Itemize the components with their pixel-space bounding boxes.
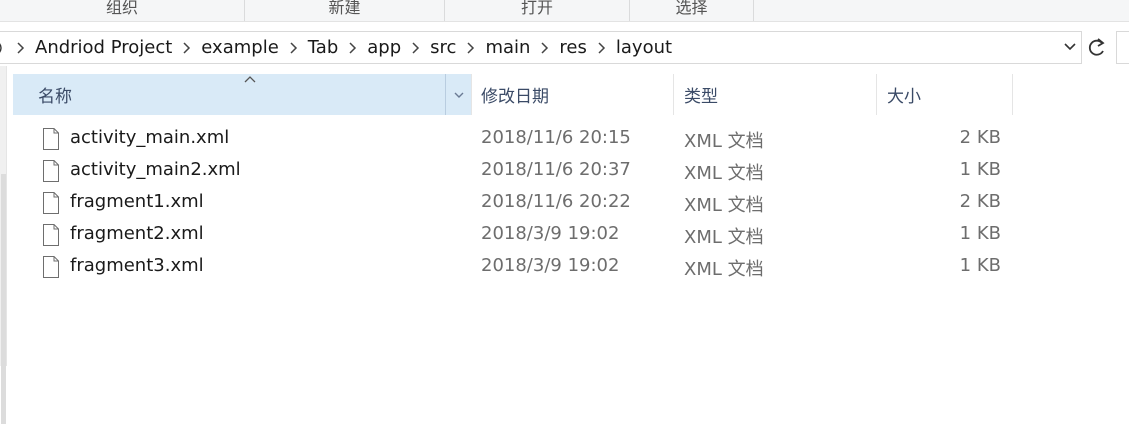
breadcrumb-item[interactable]: example bbox=[201, 37, 278, 58]
file-name[interactable]: fragment1.xml bbox=[70, 191, 204, 212]
address-bar[interactable]: Andriod Project example Tab app src main… bbox=[0, 31, 1082, 64]
file-type: XML 文档 bbox=[684, 195, 764, 216]
ribbon-group-open: 打开 bbox=[445, 0, 630, 21]
file-size: 1 KB bbox=[959, 223, 1001, 244]
column-header-size[interactable]: 大小 bbox=[887, 74, 1013, 115]
column-header-row: 名称 修改日期 类型 大小 bbox=[13, 74, 1013, 115]
chevron-right-icon[interactable] bbox=[348, 41, 357, 54]
column-header-label: 名称 bbox=[38, 87, 72, 107]
file-name[interactable]: fragment2.xml bbox=[70, 223, 204, 244]
file-modified-date: 2018/11/6 20:22 bbox=[481, 191, 631, 212]
scrollbar-thumb[interactable] bbox=[1, 174, 6, 424]
navigation-pane-edge bbox=[0, 66, 7, 424]
chevron-right-icon[interactable] bbox=[540, 41, 549, 54]
chevron-right-icon[interactable] bbox=[16, 41, 25, 54]
ribbon-strip: 组织 新建 打开 选择 bbox=[0, 0, 1129, 22]
file-type: XML 文档 bbox=[684, 163, 764, 184]
column-divider[interactable] bbox=[876, 74, 877, 115]
column-header-label: 修改日期 bbox=[481, 87, 549, 107]
file-type: XML 文档 bbox=[684, 227, 764, 248]
ribbon-group-label: 新建 bbox=[328, 0, 361, 17]
file-name[interactable]: fragment3.xml bbox=[70, 255, 204, 276]
file-modified-date: 2018/3/9 19:02 bbox=[481, 223, 620, 244]
breadcrumb-item[interactable]: app bbox=[367, 37, 401, 58]
file-name[interactable]: activity_main.xml bbox=[70, 127, 229, 148]
file-size: 1 KB bbox=[959, 255, 1001, 276]
column-header-date[interactable]: 修改日期 bbox=[481, 74, 686, 115]
file-list: activity_main.xml 2018/11/6 20:15 XML 文档… bbox=[13, 123, 1013, 283]
column-divider[interactable] bbox=[1012, 74, 1013, 115]
file-type: XML 文档 bbox=[684, 259, 764, 280]
column-header-type[interactable]: 类型 bbox=[684, 74, 889, 115]
chevron-right-icon[interactable] bbox=[289, 41, 298, 54]
file-modified-date: 2018/11/6 20:15 bbox=[481, 127, 631, 148]
file-row[interactable]: activity_main.xml 2018/11/6 20:15 XML 文档… bbox=[13, 123, 1013, 155]
document-icon bbox=[43, 224, 59, 246]
file-size: 2 KB bbox=[959, 191, 1001, 212]
breadcrumb-item[interactable]: src bbox=[430, 37, 456, 58]
column-header-label: 类型 bbox=[684, 87, 718, 107]
column-header-label: 大小 bbox=[887, 87, 921, 107]
column-header-name[interactable]: 名称 bbox=[13, 74, 471, 115]
file-modified-date: 2018/3/9 19:02 bbox=[481, 255, 620, 276]
file-row[interactable]: fragment1.xml 2018/11/6 20:22 XML 文档 2 K… bbox=[13, 187, 1013, 219]
column-divider[interactable] bbox=[471, 74, 472, 115]
file-modified-date: 2018/11/6 20:37 bbox=[481, 159, 631, 180]
chevron-right-icon[interactable] bbox=[182, 41, 191, 54]
file-row[interactable]: activity_main2.xml 2018/11/6 20:37 XML 文… bbox=[13, 155, 1013, 187]
refresh-icon[interactable] bbox=[1084, 34, 1108, 62]
breadcrumb-overflow-icon[interactable] bbox=[0, 32, 6, 63]
ribbon-group-label: 选择 bbox=[675, 0, 708, 17]
breadcrumb-item[interactable]: Tab bbox=[308, 37, 338, 58]
file-type: XML 文档 bbox=[684, 131, 764, 152]
file-name[interactable]: activity_main2.xml bbox=[70, 159, 241, 180]
ribbon-group-new: 新建 bbox=[245, 0, 445, 21]
breadcrumb: Andriod Project example Tab app src main… bbox=[0, 32, 672, 63]
breadcrumb-item[interactable]: main bbox=[485, 37, 530, 58]
search-box[interactable] bbox=[1116, 31, 1129, 64]
sort-ascending-icon bbox=[244, 76, 256, 83]
document-icon bbox=[43, 256, 59, 278]
chevron-down-icon bbox=[454, 92, 463, 98]
document-icon bbox=[43, 192, 59, 214]
file-row[interactable]: fragment2.xml 2018/3/9 19:02 XML 文档 1 KB bbox=[13, 219, 1013, 251]
breadcrumb-item[interactable]: Andriod Project bbox=[35, 37, 172, 58]
file-size: 2 KB bbox=[959, 127, 1001, 148]
chevron-right-icon[interactable] bbox=[411, 41, 420, 54]
ribbon-group-organize: 组织 bbox=[0, 0, 245, 21]
column-divider[interactable] bbox=[673, 74, 674, 115]
breadcrumb-item[interactable]: layout bbox=[616, 37, 672, 58]
ribbon-group-label: 打开 bbox=[520, 0, 553, 17]
chevron-right-icon[interactable] bbox=[597, 41, 606, 54]
file-size: 1 KB bbox=[959, 159, 1001, 180]
chevron-right-icon[interactable] bbox=[466, 41, 475, 54]
chevron-down-icon[interactable] bbox=[1063, 40, 1077, 54]
ribbon-group-label: 组织 bbox=[105, 0, 138, 17]
document-icon bbox=[43, 160, 59, 182]
column-filter-dropdown[interactable] bbox=[445, 74, 471, 115]
ribbon-group-select: 选择 bbox=[630, 0, 754, 21]
breadcrumb-item[interactable]: res bbox=[559, 37, 586, 58]
document-icon bbox=[43, 128, 59, 150]
file-row[interactable]: fragment3.xml 2018/3/9 19:02 XML 文档 1 KB bbox=[13, 251, 1013, 283]
